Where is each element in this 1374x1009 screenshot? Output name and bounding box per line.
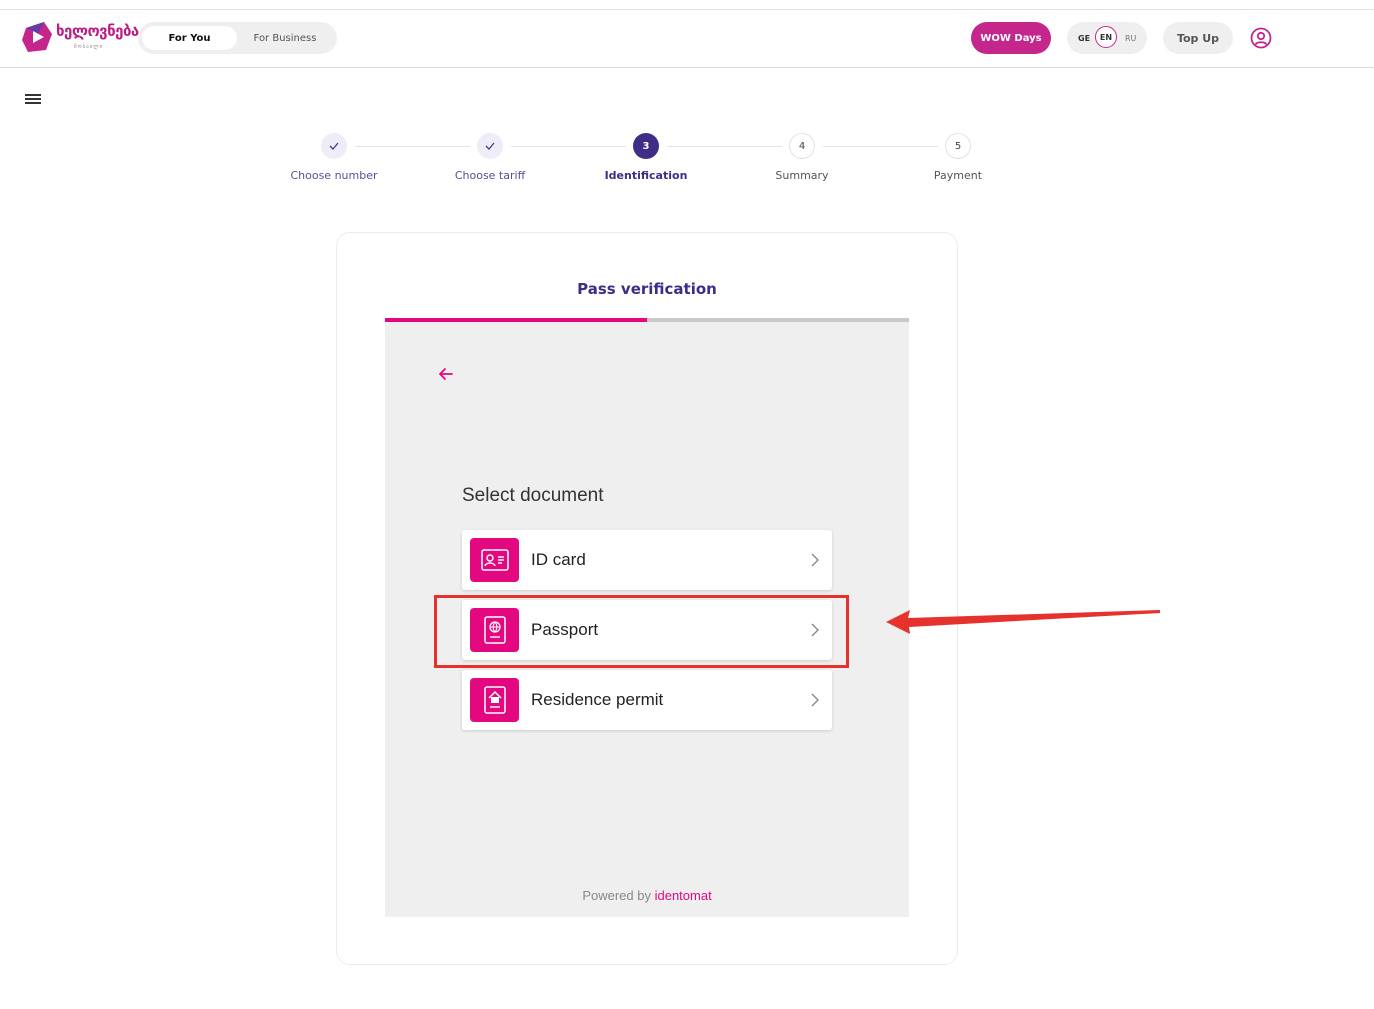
step-connector <box>511 146 626 147</box>
id-card-label: ID card <box>531 550 586 569</box>
step-3-number: 3 <box>633 133 659 159</box>
chevron-right-icon <box>811 693 819 707</box>
id-card-option[interactable]: ID card <box>462 530 832 590</box>
step-5-number: 5 <box>945 133 971 159</box>
lang-ge[interactable]: GE <box>1078 34 1090 43</box>
step-2-label: Choose tariff <box>454 169 526 182</box>
annotation-arrow-icon <box>886 610 1160 634</box>
user-circle-icon[interactable] <box>1250 27 1272 49</box>
logo-subtext: მობაილი <box>74 44 104 50</box>
identomat-link[interactable]: identomat <box>655 888 712 903</box>
top-up-button[interactable]: Top Up <box>1163 22 1233 54</box>
wow-days-button[interactable]: WOW Days <box>971 22 1051 54</box>
logo-text[interactable]: ხელოვნება <box>56 22 139 40</box>
for-business-tab[interactable]: For Business <box>240 26 330 50</box>
step-4-number: 4 <box>789 133 815 159</box>
residence-permit-label: Residence permit <box>531 690 664 709</box>
language-switcher: GE EN RU <box>1067 22 1147 54</box>
passport-highlight-box <box>434 595 849 668</box>
select-document-title: Select document <box>462 485 604 506</box>
step-connector <box>355 146 470 147</box>
powered-by-footer: Powered by identomat <box>385 888 909 903</box>
residence-permit-option[interactable]: Residence permit <box>462 670 832 730</box>
verification-title: Pass verification <box>577 280 717 298</box>
step-connector <box>667 146 782 147</box>
hamburger-menu-icon[interactable] <box>25 92 41 106</box>
step-3-label: Identification <box>604 169 688 182</box>
arrow-left-icon[interactable] <box>437 365 455 383</box>
logo-icon[interactable] <box>20 20 54 54</box>
step-1-label: Choose number <box>290 169 378 182</box>
powered-by-text: Powered by <box>582 888 651 903</box>
step-4-label: Summary <box>775 169 829 182</box>
for-you-tab[interactable]: For You <box>142 26 237 50</box>
step-1-check-icon <box>321 133 347 159</box>
lang-en[interactable]: EN <box>1095 26 1117 48</box>
id-card-icon <box>470 538 519 582</box>
step-connector <box>823 146 938 147</box>
lang-ru[interactable]: RU <box>1125 34 1136 43</box>
chevron-right-icon <box>811 553 819 567</box>
residence-permit-icon <box>470 678 519 722</box>
step-5-label: Payment <box>933 169 983 182</box>
step-2-check-icon <box>477 133 503 159</box>
